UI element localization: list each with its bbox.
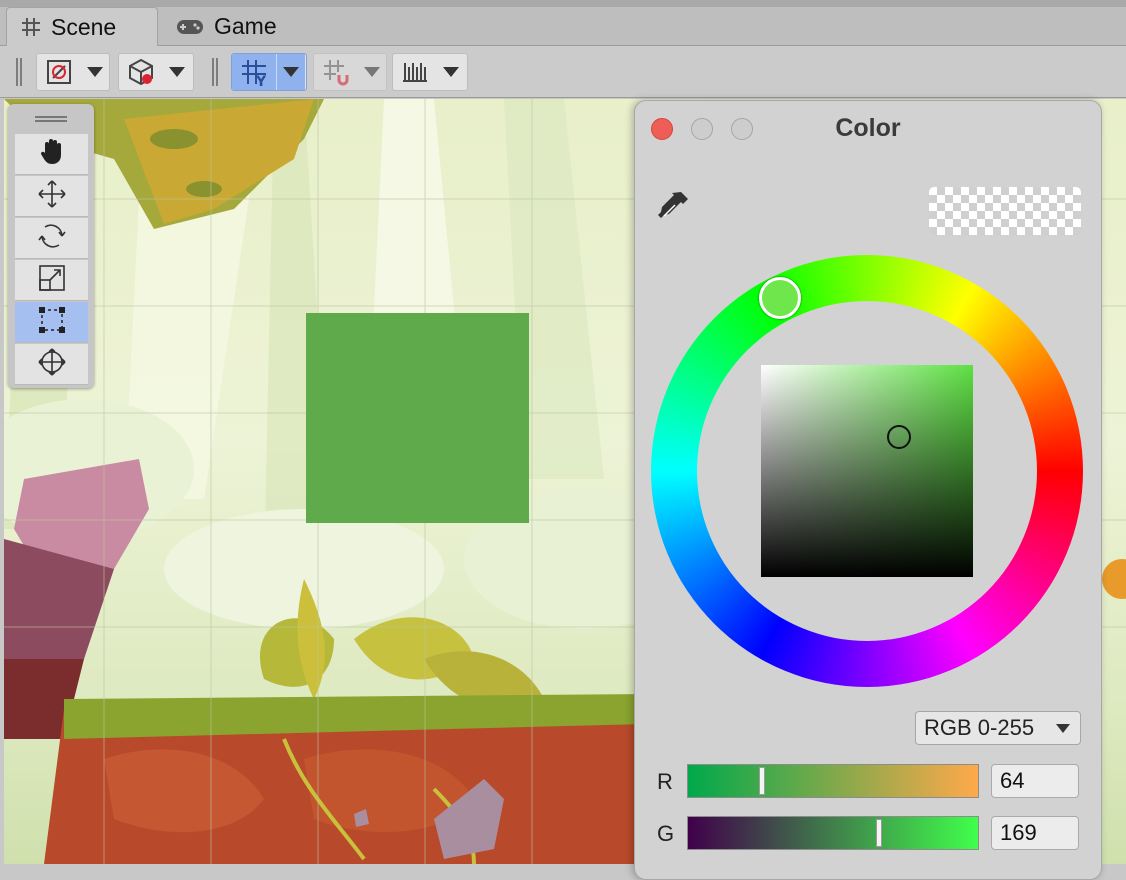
toolbar-grip[interactable] — [16, 58, 22, 86]
move-arrows-icon — [37, 179, 67, 214]
ruler-icon — [393, 54, 437, 90]
hue-handle[interactable] — [759, 277, 801, 319]
channel-g-slider[interactable] — [687, 816, 979, 850]
chevron-down-icon — [443, 67, 459, 77]
eyedropper-icon[interactable] — [655, 189, 691, 230]
move-tool-button[interactable] — [15, 176, 88, 217]
color-picker-window: Color RGB 0-255 R 64 G 169 — [634, 100, 1102, 880]
chevron-down-icon — [87, 67, 103, 77]
cube-icon — [119, 54, 163, 90]
channel-g-label: G — [657, 821, 675, 846]
channel-g-input[interactable]: 169 — [991, 816, 1079, 850]
rotate-icon — [37, 221, 67, 256]
ruler-snap-dropdown[interactable] — [392, 53, 468, 91]
transform-icon — [36, 346, 68, 383]
color-mode-label: RGB 0-255 — [924, 715, 1035, 740]
color-mode-dropdown[interactable]: RGB 0-255 — [915, 711, 1081, 745]
channel-r-slider-thumb[interactable] — [759, 767, 765, 795]
toolbar-grip[interactable] — [212, 58, 218, 86]
increment-snap-dropdown[interactable] — [313, 53, 387, 91]
tool-palette — [8, 104, 94, 388]
chevron-down-icon — [169, 67, 185, 77]
window-title: Color — [835, 114, 901, 142]
chevron-down-icon — [1056, 724, 1070, 733]
channel-r-slider[interactable] — [687, 764, 979, 798]
tab-game-label: Game — [214, 13, 277, 39]
shading-mode-dropdown[interactable] — [118, 53, 194, 91]
scale-icon — [37, 263, 67, 298]
saturation-value-handle[interactable] — [887, 425, 911, 449]
current-color-swatch[interactable] — [929, 187, 1081, 235]
draw-mode-icon — [37, 54, 81, 90]
channel-r-label: R — [657, 769, 673, 794]
rotate-tool-button[interactable] — [15, 218, 88, 259]
selected-sprite — [306, 313, 529, 523]
scale-tool-button[interactable] — [15, 260, 88, 301]
transform-tool-button[interactable] — [15, 344, 88, 385]
tab-scene-label: Scene — [51, 13, 117, 40]
grid-magnet-icon — [314, 54, 358, 90]
rect-tool-button[interactable] — [15, 302, 88, 343]
draw-mode-dropdown[interactable] — [36, 53, 110, 91]
tab-scene[interactable]: Scene — [6, 7, 158, 46]
gamepad-icon — [176, 18, 204, 36]
saturation-value-square[interactable] — [761, 365, 973, 577]
tab-strip: Scene Game — [0, 0, 1126, 46]
grid-hash-icon — [21, 17, 41, 37]
rect-transform-icon — [37, 305, 67, 340]
tab-game[interactable]: Game — [172, 7, 277, 46]
palette-drag-handle[interactable] — [35, 116, 67, 122]
grid-y-icon: Y — [232, 54, 276, 90]
scene-toolbar: Y — [0, 46, 1126, 98]
svg-text:Y: Y — [255, 74, 267, 87]
chevron-down-icon — [283, 67, 299, 77]
chevron-down-icon — [364, 67, 380, 77]
channel-r-input[interactable]: 64 — [991, 764, 1079, 798]
hand-icon — [37, 137, 67, 172]
channel-g-slider-thumb[interactable] — [876, 819, 882, 847]
grid-snap-dropdown[interactable]: Y — [231, 53, 307, 91]
hand-tool-button[interactable] — [15, 134, 88, 175]
